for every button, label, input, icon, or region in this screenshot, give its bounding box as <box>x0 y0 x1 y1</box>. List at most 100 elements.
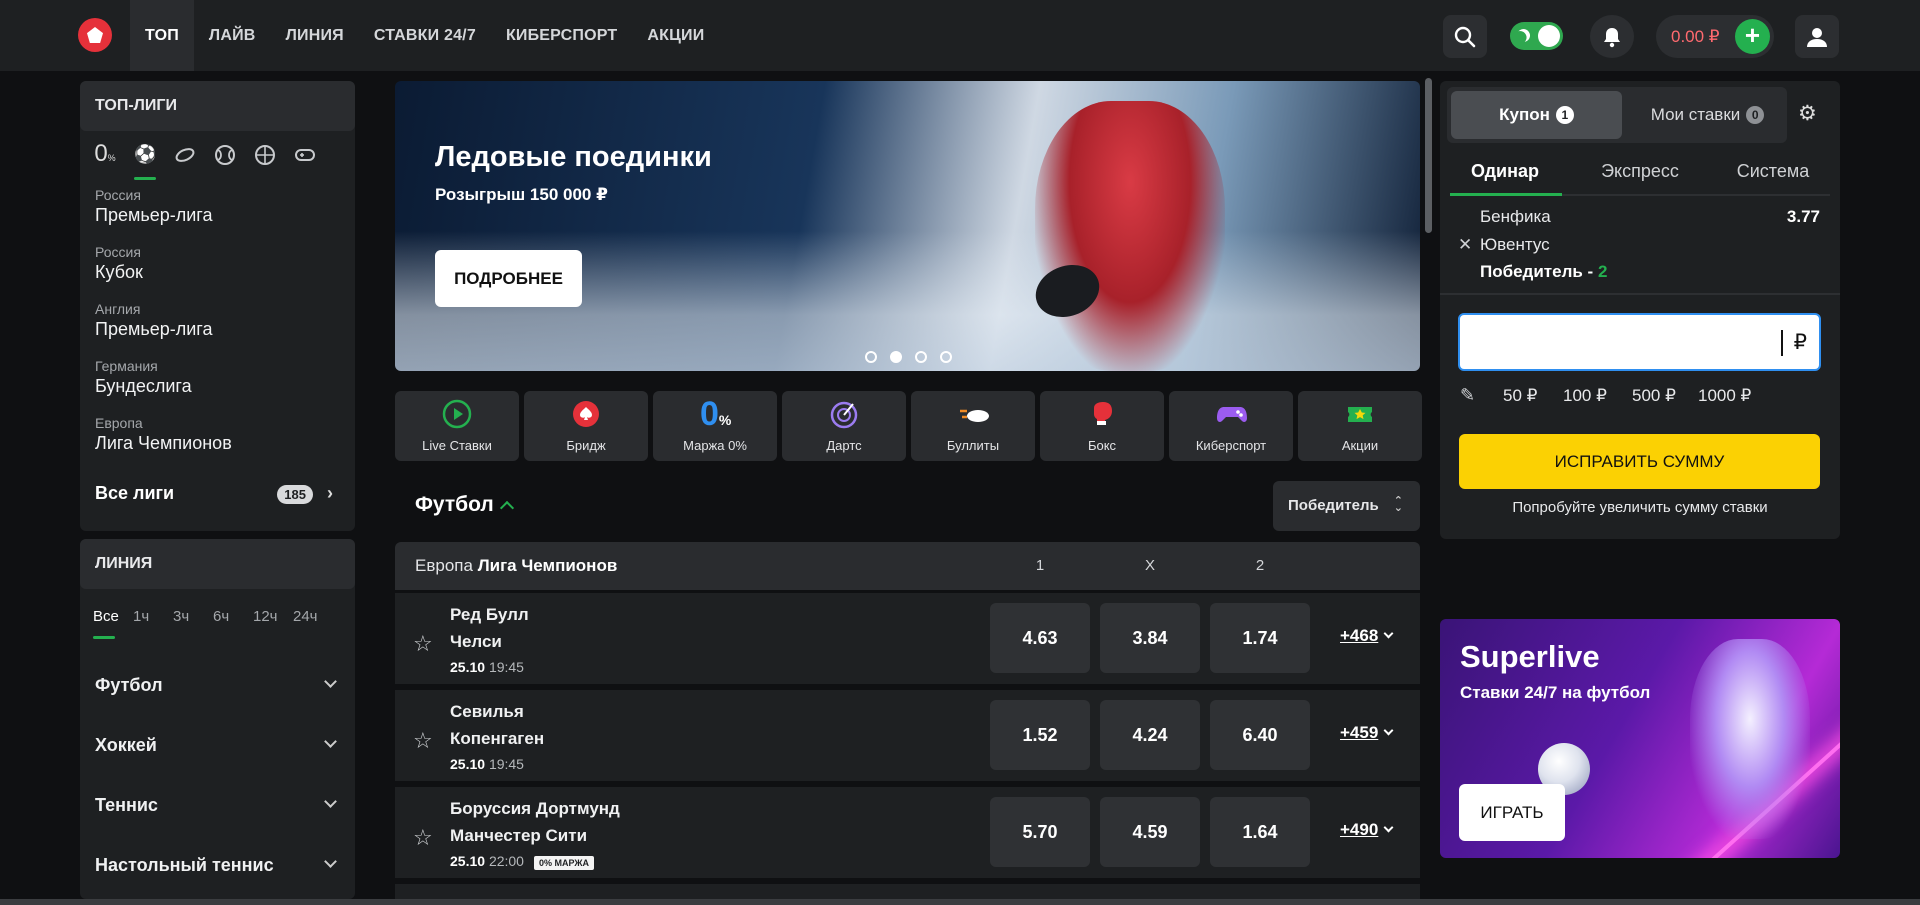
bet-type-single[interactable]: Одинар <box>1440 161 1570 182</box>
promo-title: Superlive <box>1460 639 1600 674</box>
banner-dot[interactable] <box>940 351 952 363</box>
time-filter-12h[interactable]: 12ч <box>253 608 293 625</box>
more-markets-link[interactable]: +459 <box>1340 723 1394 743</box>
odd-button-1[interactable]: 1.52 <box>990 700 1090 770</box>
nav-promotions[interactable]: АКЦИИ <box>632 0 719 71</box>
bet-type-active-indicator <box>1450 193 1562 196</box>
quick-amount-1000[interactable]: 1000 ₽ <box>1698 386 1751 406</box>
team-away: Манчестер Сити <box>450 826 588 845</box>
more-markets-link[interactable]: +468 <box>1340 626 1394 646</box>
leon-logo-icon[interactable] <box>78 18 112 52</box>
time-filter-24h[interactable]: 24ч <box>293 608 333 625</box>
banner-dot-active[interactable] <box>890 351 902 363</box>
bet-type-express[interactable]: Экспресс <box>1575 161 1705 182</box>
tile-promotions[interactable]: Акции <box>1298 391 1422 461</box>
chevron-down-icon <box>1383 822 1394 833</box>
gear-icon[interactable]: ⚙ <box>1798 101 1817 126</box>
league-country: Россия <box>95 244 141 260</box>
basketball-icon[interactable] <box>254 144 276 166</box>
superlive-promo[interactable]: Superlive Ставки 24/7 на футбол ИГРАТЬ <box>1440 619 1840 858</box>
odd-button-x[interactable]: 4.59 <box>1100 797 1200 867</box>
main-scrollbar[interactable] <box>1425 78 1432 233</box>
zero-margin-icon[interactable]: 0% <box>94 140 116 167</box>
notifications-button[interactable] <box>1590 15 1634 58</box>
more-markets-link[interactable]: +490 <box>1340 820 1394 840</box>
market-select[interactable]: Победитель ⌃ ⌄ <box>1273 481 1420 531</box>
odd-button-2[interactable]: 1.64 <box>1210 797 1310 867</box>
league-header[interactable]: Европа Лига Чемпионов 1 X 2 <box>395 542 1420 590</box>
sport-accordion-table-tennis[interactable]: Настольный теннис <box>95 855 337 876</box>
odd-button-x[interactable]: 4.24 <box>1100 700 1200 770</box>
deposit-plus-button[interactable]: + <box>1735 19 1770 54</box>
tennis-ball-icon[interactable] <box>214 144 236 166</box>
time-filter-3h[interactable]: 3ч <box>173 608 213 625</box>
top-leagues-sport-filter: 0% ⚽ <box>80 140 355 180</box>
star-icon[interactable]: ☆ <box>413 631 433 657</box>
hockey-puck-icon[interactable] <box>174 144 196 166</box>
nav-live[interactable]: ЛАЙВ <box>194 0 271 71</box>
odd-button-1[interactable]: 4.63 <box>990 603 1090 673</box>
line-panel <box>80 539 355 899</box>
odd-button-x[interactable]: 3.84 <box>1100 603 1200 673</box>
star-icon[interactable]: ☆ <box>413 825 433 851</box>
league-item[interactable]: Европа Лига Чемпионов <box>95 415 345 454</box>
league-item[interactable]: Россия Кубок <box>95 244 345 283</box>
boxing-glove-icon <box>1087 399 1117 429</box>
tile-zero-margin[interactable]: 0% Маржа 0% <box>653 391 777 461</box>
all-leagues-link[interactable]: Все лиги 185 › <box>95 483 335 509</box>
sport-accordion-tennis[interactable]: Теннис <box>95 795 337 816</box>
close-icon[interactable]: ✕ <box>1458 235 1472 255</box>
tile-shootouts[interactable]: Буллиты <box>911 391 1035 461</box>
nav-bets-24-7[interactable]: СТАВКИ 24/7 <box>359 0 491 71</box>
banner-more-button[interactable]: ПОДРОБНЕЕ <box>435 250 582 307</box>
sport-accordion-hockey[interactable]: Хоккей <box>95 735 337 756</box>
odd-button-1[interactable]: 5.70 <box>990 797 1090 867</box>
nav-esports[interactable]: КИБЕРСПОРТ <box>491 0 632 71</box>
banner-dot[interactable] <box>865 351 877 363</box>
time-filter-all[interactable]: Все <box>93 608 133 639</box>
tile-darts[interactable]: Дартс <box>782 391 906 461</box>
match-row[interactable]: ☆ Севилья Копенгаген 25.10 19:45 1.52 4.… <box>395 687 1420 781</box>
nav-line[interactable]: ЛИНИЯ <box>271 0 359 71</box>
odd-button-2[interactable]: 1.74 <box>1210 603 1310 673</box>
match-date: 25.10 <box>450 853 486 869</box>
chevron-up-icon <box>499 500 514 516</box>
match-row[interactable]: ☆ Ред Булл Челси 25.10 19:45 4.63 3.84 1… <box>395 590 1420 684</box>
balance-widget[interactable]: 0.00 ₽ + <box>1656 15 1774 58</box>
quick-amount-50[interactable]: 50 ₽ <box>1503 386 1537 406</box>
quick-amount-500[interactable]: 500 ₽ <box>1632 386 1676 406</box>
league-item[interactable]: Германия Бундеслига <box>95 358 345 397</box>
league-country: Германия <box>95 358 158 374</box>
league-item[interactable]: Англия Премьер-лига <box>95 301 345 340</box>
search-button[interactable] <box>1443 15 1487 58</box>
stake-input[interactable]: ₽ <box>1458 313 1821 371</box>
tab-coupon[interactable]: Купон 1 <box>1451 91 1622 139</box>
banner-dot[interactable] <box>915 351 927 363</box>
league-item[interactable]: Россия Премьер-лига <box>95 187 345 226</box>
sport-accordion-football[interactable]: Футбол <box>95 675 337 696</box>
horizontal-scrollbar[interactable] <box>0 899 1920 905</box>
football-icon[interactable]: ⚽ <box>134 144 156 180</box>
fix-amount-button[interactable]: ИСПРАВИТЬ СУММУ <box>1459 434 1820 489</box>
quick-amount-100[interactable]: 100 ₽ <box>1563 386 1607 406</box>
chevron-down-icon <box>324 735 337 748</box>
tab-my-bets[interactable]: Мои ставки 0 <box>1622 91 1793 139</box>
tile-live-bets[interactable]: Live Ставки <box>395 391 519 461</box>
odd-button-2[interactable]: 6.40 <box>1210 700 1310 770</box>
promo-play-button[interactable]: ИГРАТЬ <box>1459 784 1565 841</box>
time-filter-1h[interactable]: 1ч <box>133 608 173 625</box>
tile-boxing[interactable]: Бокс <box>1040 391 1164 461</box>
time-filter-6h[interactable]: 6ч <box>213 608 253 625</box>
match-row[interactable]: ☆ Боруссия Дортмунд Манчестер Сити 25.10… <box>395 784 1420 878</box>
tile-bridge[interactable]: Бридж <box>524 391 648 461</box>
profile-button[interactable] <box>1795 15 1839 58</box>
section-title-football[interactable]: Футбол <box>415 493 514 517</box>
theme-toggle[interactable] <box>1510 22 1563 50</box>
tile-esports[interactable]: Киберспорт <box>1169 391 1293 461</box>
nav-top[interactable]: ТОП <box>130 0 194 71</box>
star-icon[interactable]: ☆ <box>413 728 433 754</box>
hero-banner[interactable]: Ледовые поединки Розыгрыш 150 000 ₽ ПОДР… <box>395 81 1420 371</box>
bet-type-system[interactable]: Система <box>1708 161 1838 182</box>
gamepad-icon[interactable] <box>294 144 316 166</box>
pencil-icon[interactable]: ✎ <box>1460 385 1475 406</box>
